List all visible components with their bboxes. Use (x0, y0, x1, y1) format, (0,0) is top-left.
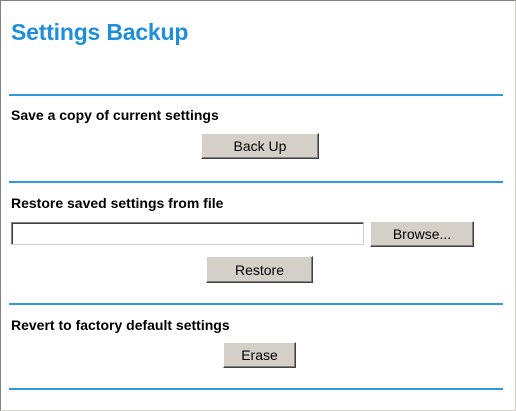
section-divider (9, 94, 503, 96)
restore-section-label: Restore saved settings from file (11, 195, 224, 211)
restore-file-path-input[interactable] (11, 222, 364, 245)
browse-button[interactable]: Browse... (370, 221, 474, 247)
back-up-button[interactable]: Back Up (201, 133, 319, 159)
backup-section-label: Save a copy of current settings (11, 107, 219, 123)
page-title: Settings Backup (11, 19, 189, 45)
erase-button[interactable]: Erase (223, 342, 296, 368)
section-divider (9, 388, 503, 390)
restore-button[interactable]: Restore (206, 256, 313, 283)
section-divider (9, 181, 503, 183)
section-divider (9, 303, 503, 305)
revert-section-label: Revert to factory default settings (11, 317, 230, 333)
settings-backup-panel: Settings Backup Save a copy of current s… (0, 0, 516, 411)
